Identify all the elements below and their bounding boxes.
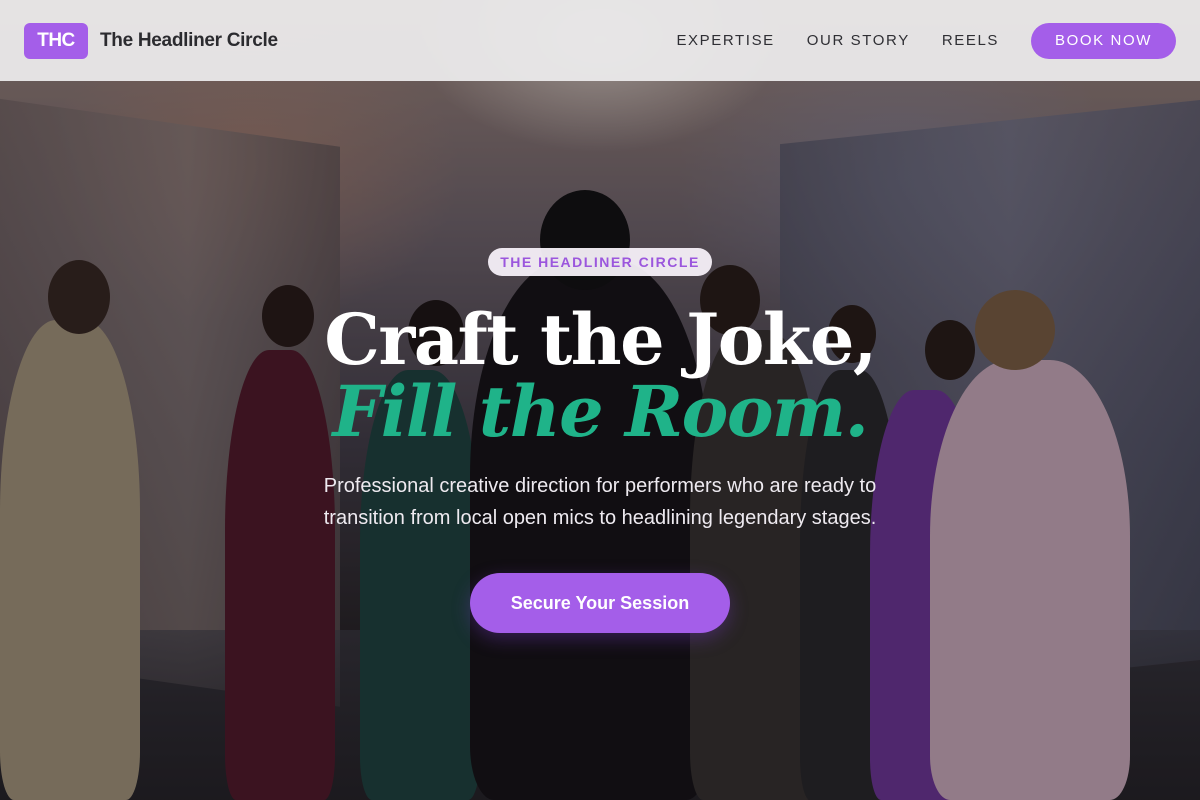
hero-headline-line2: Fill the Room. — [332, 370, 869, 453]
hero-section: THE HEADLINER CIRCLE Craft the Joke, Fil… — [0, 0, 1200, 800]
hero-headline-line1: Craft the Joke, — [324, 298, 877, 381]
hero-subtitle: Professional creative direction for perf… — [323, 475, 877, 529]
eyebrow-badge: THE HEADLINER CIRCLE — [488, 248, 712, 276]
secure-session-button[interactable]: Secure Your Session — [470, 573, 730, 633]
